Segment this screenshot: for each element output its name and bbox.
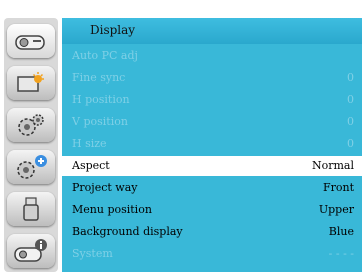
tab-image[interactable] <box>7 66 55 100</box>
menu-item-label: Aspect <box>72 159 110 172</box>
menu-item-background-display[interactable]: Background display Blue <box>62 222 362 242</box>
tab-display[interactable] <box>7 24 55 58</box>
menu-item-project-way[interactable]: Project way Front <box>62 178 362 198</box>
menu-item-value: 0 <box>347 71 354 84</box>
menu-item-h-size: H size 0 <box>62 134 362 154</box>
menu-item-value: Front <box>322 181 354 194</box>
menu-item-value: - - - - <box>328 247 354 260</box>
menu-item-value: 0 <box>347 137 354 150</box>
expand-gears-icon <box>17 155 47 179</box>
projector-info-icon <box>14 239 47 262</box>
menu-item-v-position: V position 0 <box>62 112 362 132</box>
menu-item-label: H position <box>72 93 130 106</box>
usb-icon <box>23 197 39 221</box>
tab-information[interactable] <box>7 234 55 268</box>
tab-memory-viewer[interactable] <box>7 192 55 226</box>
menu-item-value: 0 <box>347 115 354 128</box>
gears-icon <box>18 114 44 136</box>
menu-item-value: Normal <box>311 159 354 172</box>
menu-item-auto-pc-adj: Auto PC adj <box>62 46 362 66</box>
image-settings-icon <box>17 72 44 92</box>
menu-item-value: 0 <box>347 93 354 106</box>
menu-category-sidebar <box>4 18 58 272</box>
menu-item-h-position: H position 0 <box>62 90 362 110</box>
menu-item-menu-position[interactable]: Menu position Upper <box>62 200 362 220</box>
menu-item-value: Upper <box>318 203 354 216</box>
menu-header: Display <box>62 18 362 44</box>
display-menu-panel: Display Auto PC adj Fine sync 0 H positi… <box>62 18 362 272</box>
menu-item-label: Background display <box>72 225 183 238</box>
menu-item-label: Fine sync <box>72 71 126 84</box>
menu-title: Display <box>90 23 136 37</box>
menu-item-label: H size <box>72 137 107 150</box>
osd-menu-screen: Display Auto PC adj Fine sync 0 H positi… <box>0 0 364 278</box>
menu-item-aspect[interactable]: Aspect Normal <box>62 156 362 176</box>
menu-item-label: Auto PC adj <box>72 49 138 62</box>
tab-setting[interactable] <box>7 108 55 142</box>
menu-item-fine-sync: Fine sync 0 <box>62 68 362 88</box>
menu-item-system: System - - - - <box>62 244 362 264</box>
tab-expanded-setting[interactable] <box>7 150 55 184</box>
menu-item-label: V position <box>72 115 128 128</box>
menu-item-value: Blue <box>328 225 354 238</box>
menu-item-label: Project way <box>72 181 138 194</box>
menu-item-label: Menu position <box>72 203 152 216</box>
menu-item-label: System <box>72 247 113 260</box>
projector-icon <box>15 35 45 50</box>
